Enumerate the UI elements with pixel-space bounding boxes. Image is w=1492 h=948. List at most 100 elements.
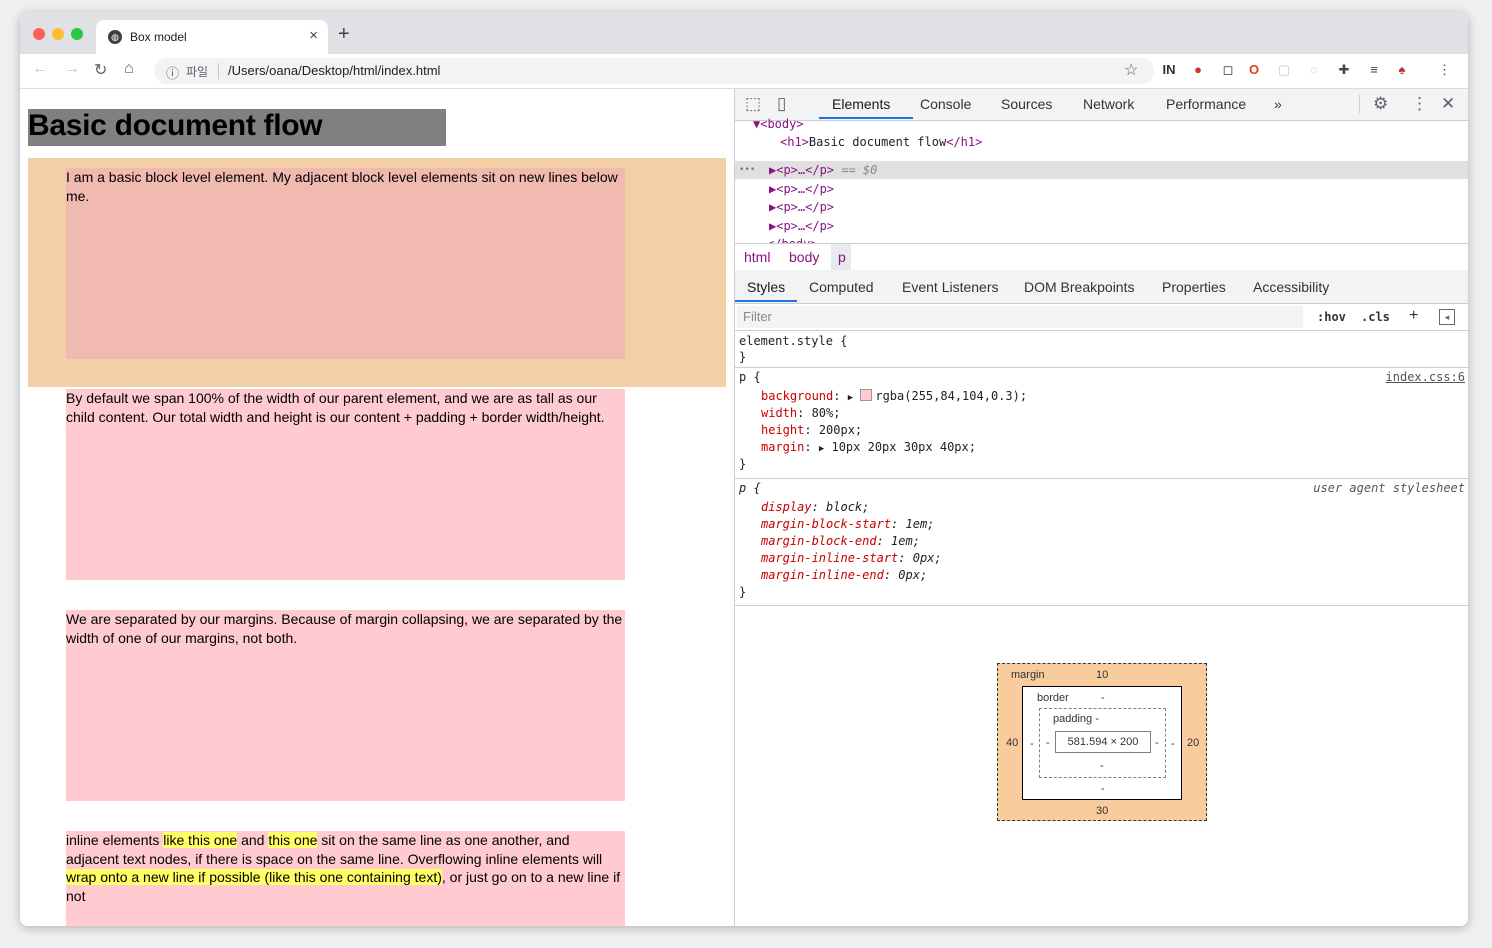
box-model-margin[interactable]: margin 10 40 20 30 border - - - - paddin… [997, 663, 1207, 821]
breadcrumb-body[interactable]: body [789, 249, 819, 265]
info-icon[interactable]: ⓘ [166, 63, 179, 82]
expand-triangle-icon[interactable]: ▶ [848, 393, 853, 403]
box-model-content-size[interactable]: 581.594 × 200 [1055, 731, 1151, 753]
tab-elements[interactable]: Elements [832, 96, 890, 112]
dom-h1-node[interactable]: <h1>Basic document flow</h1> [780, 133, 982, 151]
extension-square-icon[interactable]: ◻ [1220, 62, 1236, 78]
more-tabs-button[interactable]: » [1274, 96, 1282, 112]
extension-n-icon[interactable]: IN [1160, 62, 1178, 78]
avatar[interactable]: ♠ [1394, 62, 1410, 78]
tab-strip: ◍ Box model × + [20, 12, 1468, 54]
margin-bottom-value[interactable]: 30 [1096, 805, 1108, 817]
cls-toggle-button[interactable]: .cls [1361, 310, 1390, 324]
extensions-puzzle-icon[interactable]: ✚ [1336, 62, 1352, 78]
tab-styles[interactable]: Styles [747, 279, 785, 295]
close-devtools-icon[interactable]: ✕ [1441, 94, 1455, 114]
tab-event-listeners[interactable]: Event Listeners [902, 279, 999, 295]
paragraph-2: By default we span 100% of the width of … [66, 389, 625, 580]
paragraph-2-text: By default we span 100% of the width of … [66, 390, 605, 425]
toolbar-divider [1359, 95, 1360, 113]
dom-node-actions-icon[interactable]: ••• [739, 161, 755, 179]
border-bottom-value[interactable]: - [1101, 783, 1105, 795]
tab-network[interactable]: Network [1083, 96, 1134, 112]
tab-console[interactable]: Console [920, 96, 971, 112]
background-declaration[interactable]: background: ▶ rgba(255,84,104,0.3); [761, 388, 1027, 405]
dom-p-node[interactable]: ▶<p>…</p> [769, 198, 834, 216]
inspect-element-icon[interactable]: ⬚ [745, 94, 761, 114]
reload-icon[interactable]: ↻ [94, 60, 107, 80]
extension-circle-icon[interactable]: ◌ [1306, 62, 1322, 78]
close-window-button[interactable] [33, 28, 45, 40]
p-selector[interactable]: p { [739, 369, 761, 386]
tab-properties[interactable]: Properties [1162, 279, 1226, 295]
mie-property: margin-inline-end [761, 568, 884, 582]
forward-icon[interactable]: → [64, 60, 80, 78]
padding-right-value[interactable]: - [1155, 737, 1159, 749]
dom-p-node[interactable]: ▶<p>…</p> [769, 180, 834, 198]
box-model-padding[interactable]: padding - - - - 581.594 × 200 [1039, 708, 1166, 778]
p-author-rule: p { index.css:6 background: ▶ rgba(255,8… [735, 368, 1468, 479]
back-icon[interactable]: ← [32, 60, 48, 78]
padding-left-value[interactable]: - [1046, 737, 1050, 749]
home-icon[interactable]: ⌂ [124, 60, 134, 78]
toggle-sidebar-icon[interactable]: ◂ [1439, 309, 1455, 325]
dom-selected-p-node[interactable]: ▶<p>…</p> == $0 [769, 161, 877, 179]
tab-dom-breakpoints[interactable]: DOM Breakpoints [1024, 279, 1134, 295]
mbe-property: margin-block-end [761, 534, 877, 548]
margin-declaration[interactable]: margin: ▶ 10px 20px 30px 40px; [761, 439, 976, 456]
tab-accessibility[interactable]: Accessibility [1253, 279, 1329, 295]
dom-body-open[interactable]: ▼<body> [753, 115, 804, 133]
new-style-rule-button[interactable]: + [1409, 307, 1418, 325]
border-right-value[interactable]: - [1171, 738, 1175, 750]
hov-toggle-button[interactable]: :hov [1317, 310, 1346, 324]
browser-tab[interactable]: ◍ Box model × [96, 20, 328, 54]
devtools-menu-icon[interactable]: ⋮ [1411, 94, 1428, 114]
expand-triangle-icon[interactable]: ▶ [819, 444, 824, 454]
stylesheet-link[interactable]: index.css:6 [1386, 369, 1465, 386]
tab-performance[interactable]: Performance [1166, 96, 1246, 112]
styles-tab-bar: Styles Computed Event Listeners DOM Brea… [735, 270, 1468, 304]
breadcrumb-p[interactable]: p [838, 249, 846, 265]
margin-top-value[interactable]: 10 [1096, 669, 1108, 681]
settings-gear-icon[interactable]: ⚙ [1373, 94, 1388, 114]
url-text[interactable]: /Users/oana/Desktop/html/index.html [228, 63, 440, 78]
margin-left-value[interactable]: 40 [1006, 737, 1018, 749]
maximize-window-button[interactable] [71, 28, 83, 40]
height-declaration[interactable]: height: 200px; [761, 422, 862, 439]
width-declaration[interactable]: width: 80%; [761, 405, 840, 422]
devtools-tab-bar: ⬚ ▯ Elements Console Sources Network Per… [735, 89, 1468, 121]
address-bar[interactable]: ⓘ 파일 /Users/oana/Desktop/html/index.html [154, 58, 1154, 84]
margin-right-value[interactable]: 20 [1187, 737, 1199, 749]
height-property: height [761, 423, 805, 437]
paragraph-1: I am a basic block level element. My adj… [66, 168, 625, 359]
dom-p-node[interactable]: ▶<p>…</p> [769, 217, 834, 235]
tab-computed[interactable]: Computed [809, 279, 874, 295]
ua-p-selector: p { [739, 481, 761, 495]
padding-label: padding - [1053, 713, 1099, 725]
device-toolbar-icon[interactable]: ▯ [777, 94, 786, 114]
mbs-property: margin-block-start [761, 517, 892, 531]
mie-value: 0px; [898, 568, 928, 582]
height-value: 200px; [818, 423, 863, 437]
mis-property: margin-inline-start [761, 551, 899, 565]
tab-sources[interactable]: Sources [1001, 96, 1052, 112]
extension-red-icon[interactable]: ● [1190, 62, 1206, 78]
border-top-value[interactable]: - [1101, 692, 1105, 704]
color-swatch-icon[interactable] [860, 389, 873, 401]
extension-blank-icon[interactable]: ▢ [1276, 62, 1292, 78]
minimize-window-button[interactable] [52, 28, 64, 40]
padding-bottom-value[interactable]: - [1100, 760, 1104, 772]
element-style-selector[interactable]: element.style { [739, 333, 847, 350]
breadcrumb-html[interactable]: html [744, 249, 770, 265]
reading-list-icon[interactable]: ≡ [1366, 62, 1382, 78]
box-model-border[interactable]: border - - - - padding - - - - 581.594 ×… [1022, 686, 1182, 800]
tab-close-icon[interactable]: × [309, 27, 318, 44]
new-tab-button[interactable]: + [338, 23, 350, 46]
styles-filter-input[interactable]: Filter [737, 306, 1303, 328]
border-left-value[interactable]: - [1030, 738, 1034, 750]
bookmark-star-icon[interactable]: ☆ [1124, 60, 1138, 80]
rule-close-brace: } [739, 457, 747, 471]
extension-opera-icon[interactable]: O [1246, 62, 1262, 78]
browser-menu-icon[interactable]: ⋮ [1438, 62, 1451, 78]
display-property: display [761, 500, 812, 514]
